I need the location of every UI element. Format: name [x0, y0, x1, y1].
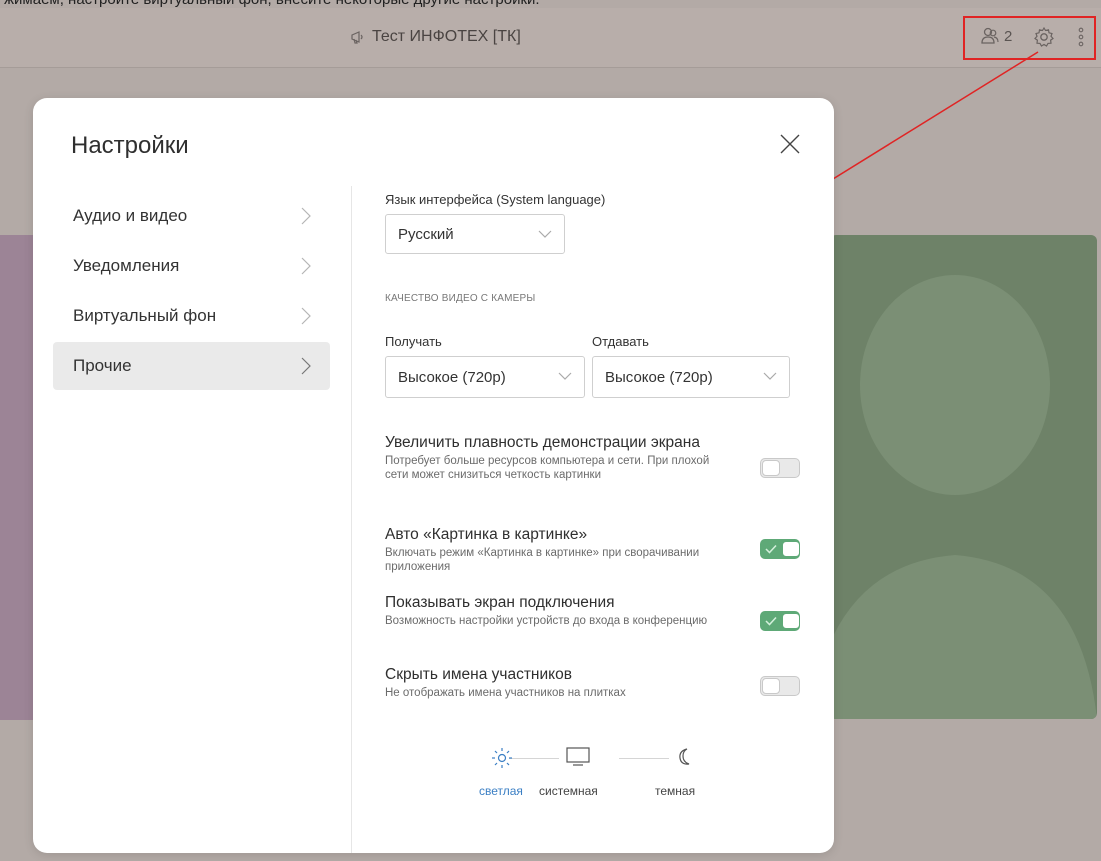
- theme-option-light[interactable]: светлая: [479, 784, 523, 798]
- menu-item-virtual-background[interactable]: Виртуальный фон: [53, 292, 330, 340]
- toggle-show-join-screen[interactable]: [760, 611, 800, 631]
- option-title: Показывать экран подключения: [385, 594, 615, 611]
- option-title: Увеличить плавность демонстрации экрана: [385, 434, 700, 451]
- toggle-smooth-screen-share[interactable]: [760, 458, 800, 478]
- participants-icon: [981, 27, 999, 44]
- toggle-hide-participant-names[interactable]: [760, 676, 800, 696]
- option-description: Потребует больше ресурсов компьютера и с…: [385, 455, 710, 481]
- send-quality-value: Высокое (720р): [605, 368, 713, 386]
- megaphone-icon: [351, 31, 363, 44]
- chevron-down-icon: [763, 372, 777, 380]
- theme-option-system[interactable]: системная: [539, 784, 598, 798]
- gear-icon[interactable]: [1033, 26, 1055, 48]
- menu-divider: [351, 186, 352, 853]
- menu-item-label: Аудио и видео: [73, 206, 188, 225]
- sun-icon[interactable]: [490, 746, 514, 770]
- check-icon: [765, 616, 777, 626]
- menu-item-other[interactable]: Прочие: [53, 342, 330, 390]
- participant-tile-right: [830, 235, 1097, 719]
- check-icon: [765, 544, 777, 554]
- settings-menu: Аудио и видео Уведомления Виртуальный фо…: [53, 192, 330, 392]
- theme-option-dark[interactable]: темная: [655, 784, 695, 798]
- participants-button[interactable]: 2: [980, 26, 1012, 46]
- conference-title-text: Тест ИНФОТЕХ [ТК]: [372, 28, 521, 45]
- menu-item-audio-video[interactable]: Аудио и видео: [53, 192, 330, 240]
- chevron-right-icon: [301, 257, 311, 275]
- moon-icon[interactable]: [674, 746, 694, 768]
- option-smooth-screen-share: Увеличить плавность демонстрации экрана …: [385, 434, 740, 482]
- chevron-down-icon: [558, 372, 572, 380]
- theme-selector: светлая системная темная: [479, 744, 709, 804]
- menu-item-label: Виртуальный фон: [73, 306, 217, 325]
- option-show-join-screen: Показывать экран подключения Возможность…: [385, 594, 730, 628]
- conference-title: Тест ИНФОТЕХ [ТК]: [350, 28, 521, 46]
- language-select[interactable]: Русский: [385, 214, 565, 254]
- modal-title: Настройки: [71, 132, 189, 159]
- send-quality-select[interactable]: Высокое (720р): [592, 356, 790, 398]
- conference-topbar: Тест ИНФОТЕХ [ТК]: [0, 8, 1101, 68]
- chevron-right-icon: [301, 207, 311, 225]
- option-description: Не отображать имена участников на плитка…: [385, 687, 626, 699]
- receive-quality-select[interactable]: Высокое (720р): [385, 356, 585, 398]
- menu-item-label: Прочие: [73, 356, 132, 375]
- send-label: Отдавать: [592, 334, 649, 349]
- monitor-icon[interactable]: [565, 746, 591, 768]
- chevron-right-icon: [301, 357, 311, 375]
- chevron-right-icon: [301, 307, 311, 325]
- video-quality-caption: КАЧЕСТВО ВИДЕО С КАМЕРЫ: [385, 293, 536, 304]
- menu-item-label: Уведомления: [73, 256, 180, 275]
- close-icon[interactable]: [779, 133, 801, 155]
- option-description: Возможность настройки устройств до входа…: [385, 615, 708, 627]
- toggle-auto-pip[interactable]: [760, 539, 800, 559]
- participants-count: 2: [1004, 27, 1013, 45]
- more-vertical-icon[interactable]: [1077, 26, 1085, 48]
- option-hide-participant-names: Скрыть имена участников Не отображать им…: [385, 666, 730, 700]
- language-label: Язык интерфейса (System language): [385, 192, 606, 207]
- participant-tile-left: [0, 235, 36, 720]
- avatar-silhouette-icon: [830, 275, 1097, 719]
- language-value: Русский: [398, 225, 454, 243]
- option-title: Авто «Картинка в картинке»: [385, 526, 588, 543]
- receive-quality-value: Высокое (720р): [398, 368, 506, 386]
- receive-label: Получать: [385, 334, 442, 349]
- option-title: Скрыть имена участников: [385, 666, 572, 683]
- option-auto-pip: Авто «Картинка в картинке» Включать режи…: [385, 526, 730, 574]
- option-description: Включать режим «Картинка в картинке» при…: [385, 547, 700, 573]
- settings-modal: Настройки Аудио и видео Уведомления Вирт…: [33, 98, 834, 853]
- menu-item-notifications[interactable]: Уведомления: [53, 242, 330, 290]
- chevron-down-icon: [538, 230, 552, 238]
